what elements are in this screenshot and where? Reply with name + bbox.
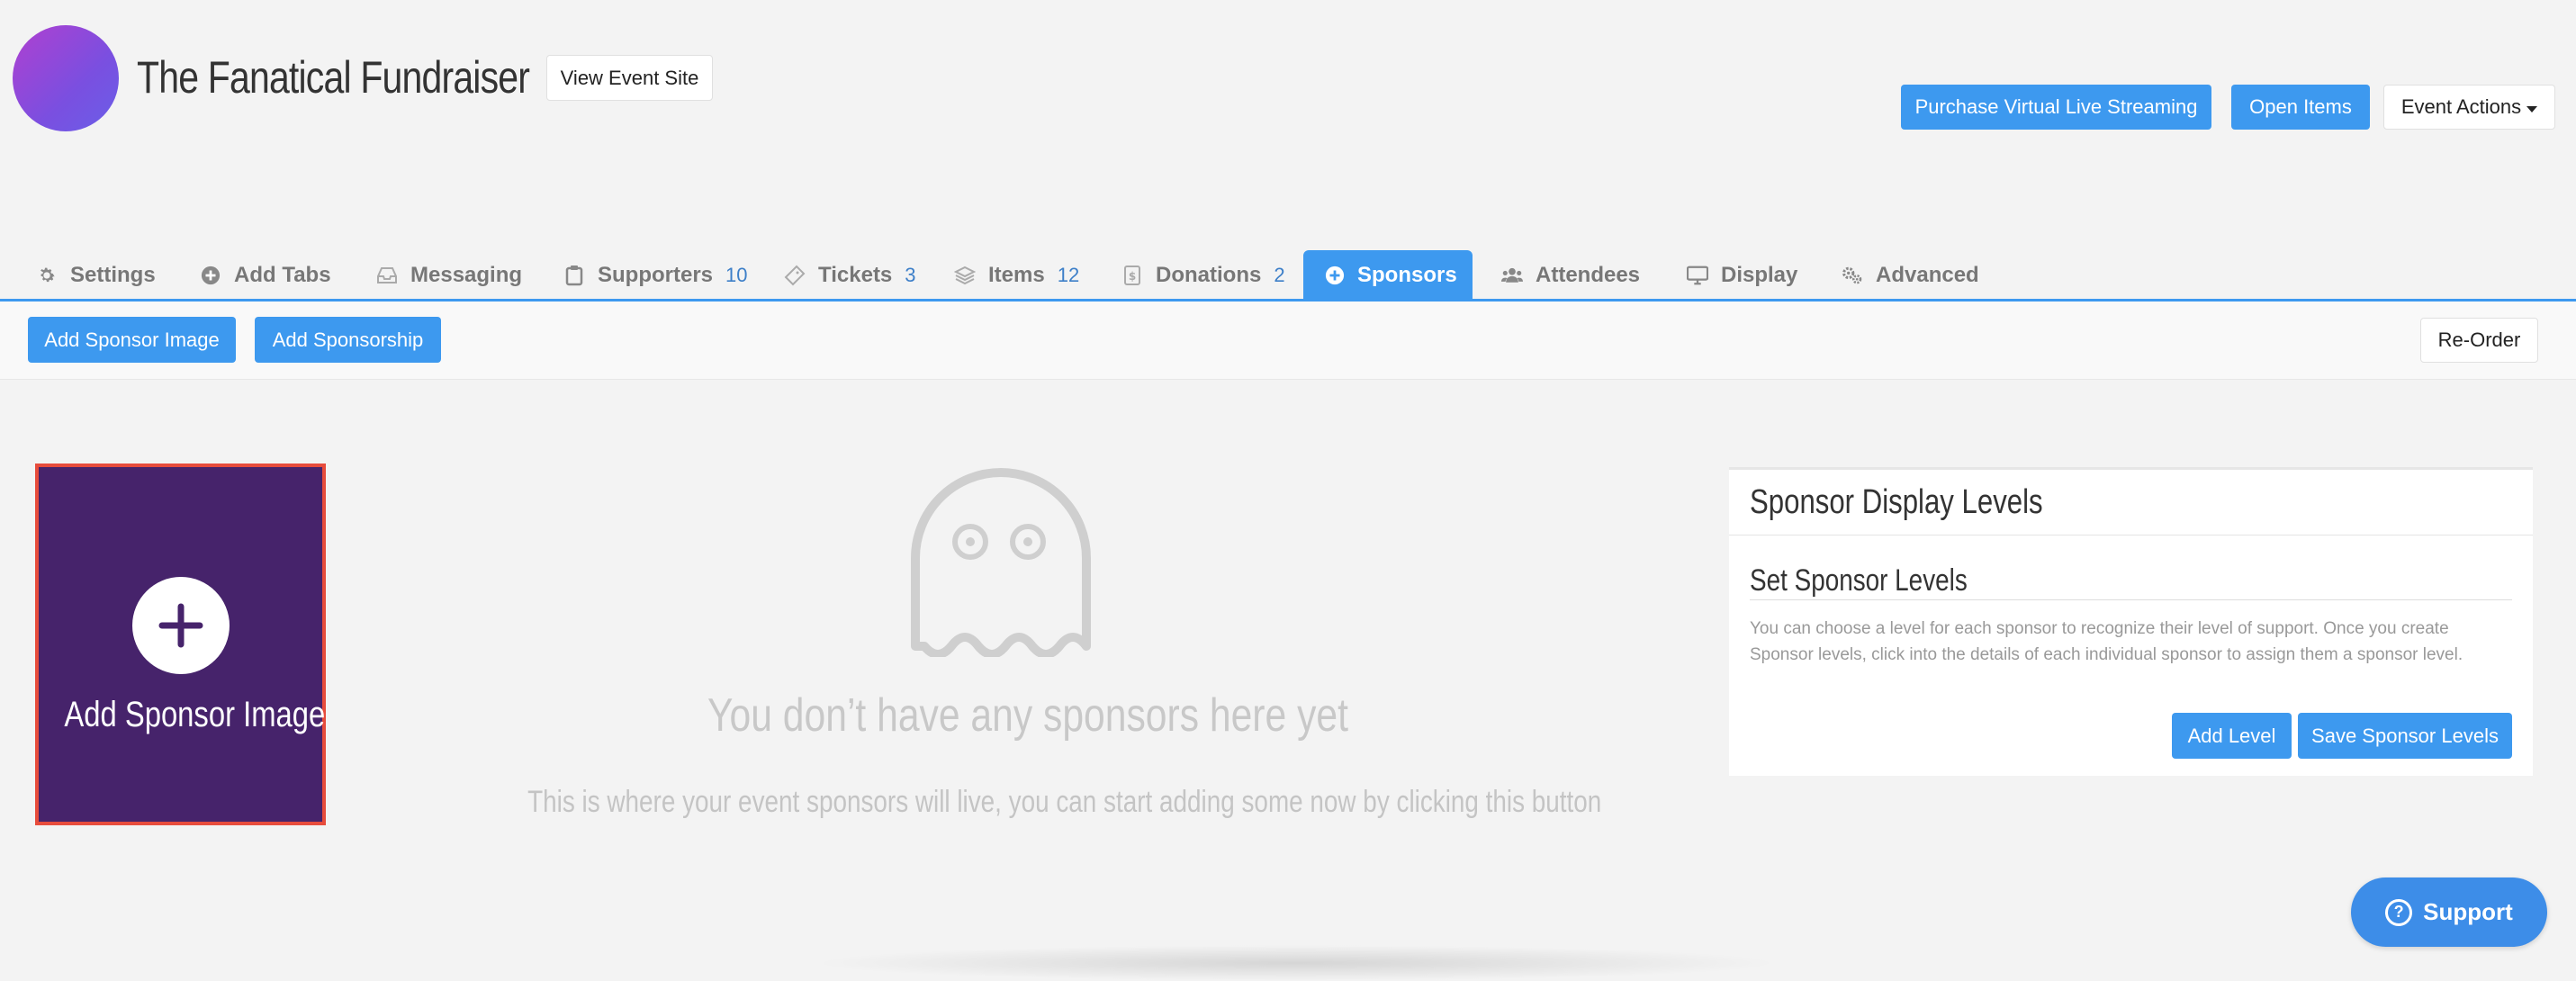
event-avatar [13, 25, 119, 131]
tab-label: Donations [1156, 262, 1262, 287]
tab-add-tabs[interactable]: Add Tabs [200, 250, 331, 300]
tab-sponsors[interactable]: Sponsors [1303, 250, 1473, 300]
tab-label: Tickets [818, 262, 893, 287]
tab-display[interactable]: Display [1687, 250, 1797, 300]
add-sponsor-image-tile[interactable]: Add Sponsor Image [35, 464, 326, 825]
ticket-icon [784, 265, 806, 286]
tile-label: Add Sponsor Image [64, 695, 326, 734]
support-label: Support [2423, 898, 2513, 925]
tab-count: 12 [1057, 263, 1080, 286]
empty-state-description: This is where your event sponsors will l… [527, 785, 1602, 819]
plus-circle-icon [1325, 265, 1345, 286]
users-icon [1501, 265, 1523, 286]
tab-attendees[interactable]: Attendees [1501, 250, 1640, 300]
add-sponsor-image-button[interactable]: Add Sponsor Image [28, 317, 236, 363]
set-levels-heading: Set Sponsor Levels [1750, 563, 1968, 598]
levels-description: You can choose a level for each sponsor … [1750, 619, 2463, 664]
inbox-icon [376, 265, 398, 286]
open-items-button[interactable]: Open Items [2231, 85, 2370, 130]
event-title: The Fanatical Fundraiser [137, 52, 530, 103]
tab-advanced[interactable]: Advanced [1842, 250, 1979, 300]
panel-header: Sponsor Display Levels [1729, 470, 2533, 536]
gears-icon [1842, 265, 1863, 286]
view-event-site-button[interactable]: View Event Site [546, 55, 713, 101]
bottom-shadow [810, 945, 1782, 981]
sponsors-toolbar: Add Sponsor Image Add Sponsorship Re-Ord… [0, 302, 2576, 380]
tab-label: Display [1721, 262, 1798, 287]
add-sponsorship-button[interactable]: Add Sponsorship [255, 317, 441, 363]
add-level-button[interactable]: Add Level [2172, 713, 2292, 759]
monitor-icon [1687, 265, 1708, 286]
tab-label: Supporters [598, 262, 714, 287]
question-icon: ? [2385, 898, 2413, 926]
tab-label: Sponsors [1357, 262, 1457, 287]
tab-messaging[interactable]: Messaging [376, 250, 522, 300]
receipt-icon: $ [1121, 265, 1143, 286]
tab-settings[interactable]: Settings [36, 250, 156, 300]
event-tabs: Settings Add Tabs Messaging Supporters 1… [0, 250, 2576, 300]
reorder-button[interactable]: Re-Order [2420, 318, 2538, 363]
tab-count: 2 [1274, 263, 1285, 286]
tab-donations[interactable]: $ Donations 2 [1121, 250, 1285, 300]
tab-count: 10 [725, 263, 748, 286]
purchase-streaming-button[interactable]: Purchase Virtual Live Streaming [1901, 85, 2211, 130]
tab-count: 3 [905, 263, 916, 286]
tab-label: Add Tabs [234, 262, 331, 287]
tab-label: Attendees [1536, 262, 1641, 287]
layers-icon [954, 265, 976, 286]
tab-label: Advanced [1876, 262, 1979, 287]
support-button[interactable]: ? Support [2351, 878, 2547, 947]
save-sponsor-levels-button[interactable]: Save Sponsor Levels [2298, 713, 2512, 759]
divider [1750, 599, 2512, 600]
tab-label: Messaging [410, 262, 523, 287]
sponsor-levels-panel: Sponsor Display Levels Set Sponsor Level… [1729, 467, 2533, 776]
ghost-icon [905, 468, 1097, 659]
gear-icon [36, 265, 58, 286]
event-actions-label: Event Actions [2400, 95, 2522, 118]
tab-label: Settings [70, 262, 156, 287]
clipboard-icon [563, 265, 585, 286]
plus-circle-icon [200, 265, 221, 286]
caret-down-icon [2526, 105, 2538, 112]
tab-supporters[interactable]: Supporters 10 [563, 250, 748, 300]
tab-items[interactable]: Items 12 [954, 250, 1079, 300]
tab-label: Items [988, 262, 1045, 287]
svg-text:$: $ [1129, 270, 1136, 283]
tab-tickets[interactable]: Tickets 3 [784, 250, 916, 300]
panel-title: Sponsor Display Levels [1750, 483, 2043, 521]
empty-state-title: You don’t have any sponsors here yet [707, 689, 1348, 742]
plus-icon [132, 577, 230, 674]
event-actions-dropdown[interactable]: Event Actions [2383, 85, 2555, 130]
